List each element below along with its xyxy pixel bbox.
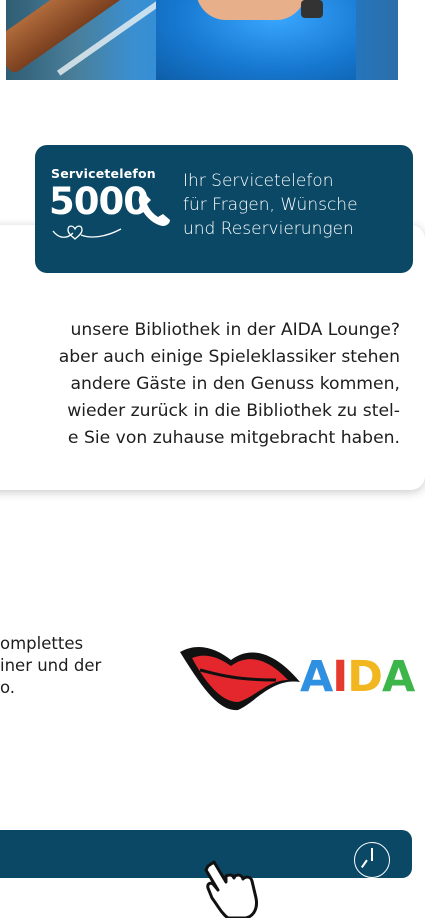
service-line: Ihr Servicetelefon xyxy=(183,171,334,191)
aida-logo: AIDA xyxy=(176,640,425,720)
library-text-line: e Sie von zuhause mitgebracht haben. xyxy=(67,428,400,448)
service-line: für Fragen, Wünsche xyxy=(183,195,358,215)
phone-icon xyxy=(138,192,170,226)
kussmund-icon xyxy=(180,646,300,711)
service-description: Ihr Servicetelefon für Fragen, Wünsche u… xyxy=(183,169,358,241)
library-text-line: unsere Bibliothek in der AIDA Lounge? xyxy=(70,320,400,340)
hero-photo xyxy=(6,0,398,80)
hand-pointer-icon xyxy=(204,860,258,918)
clock-icon xyxy=(354,842,390,878)
partial-paragraph: omplettes iner und der o. xyxy=(0,633,101,699)
heart-icon xyxy=(52,225,122,240)
service-label: Servicetelefon xyxy=(51,166,156,181)
library-text: unsere Bibliothek in der AIDA Lounge? ab… xyxy=(0,317,400,452)
service-phone-banner[interactable]: Servicetelefon 5000 Ihr Servicetelefon f… xyxy=(35,145,413,273)
partial-line: omplettes xyxy=(0,634,84,653)
service-line: und Reservierungen xyxy=(183,219,354,239)
partial-line: iner und der xyxy=(0,656,102,675)
library-text-line: andere Gäste in den Genuss kommen, xyxy=(70,374,400,394)
aida-wordmark: AIDA xyxy=(300,652,415,702)
library-text-line: aber auch einige Spieleklassiker stehen xyxy=(58,347,400,367)
partial-line: o. xyxy=(0,678,16,697)
library-text-line: wieder zurück in die Bibliothek zu stel- xyxy=(67,401,400,421)
service-number: 5000 xyxy=(49,180,149,223)
